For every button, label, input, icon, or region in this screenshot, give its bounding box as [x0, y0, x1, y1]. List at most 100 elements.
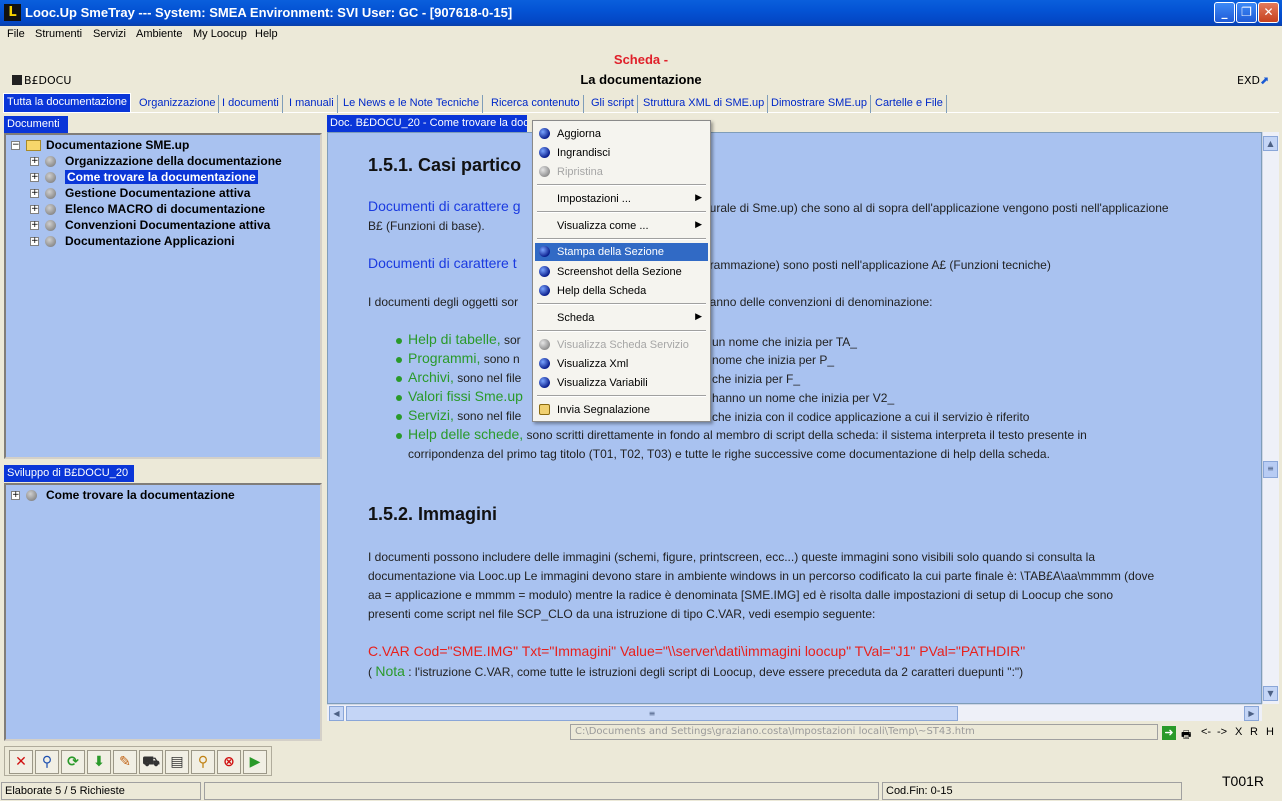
bullet-text: sono nel file	[453, 409, 522, 423]
menu-item-ingrandisci[interactable]: Ingrandisci	[535, 144, 708, 162]
close-red-x-icon[interactable]: ✕	[9, 750, 33, 774]
menu-item-visualizza-xml[interactable]: Visualizza Xml	[535, 355, 708, 373]
tree-node-organizzazione[interactable]: Organizzazione della documentazione	[65, 154, 282, 168]
hscroll-thumb[interactable]: ≡	[346, 706, 958, 721]
bullet-item: Archivi, sono nel file	[408, 369, 521, 387]
submenu-arrow-icon: ▶	[695, 311, 702, 321]
cvar-example: C.VAR Cod="SME.IMG" Txt="Immagini" Value…	[368, 643, 1026, 659]
menu-item-invia-segnalazione[interactable]: Invia Segnalazione	[535, 401, 708, 419]
doc-panel-header[interactable]: Doc. B£DOCU_20 - Come trovare la documen…	[327, 115, 527, 132]
menu-separator	[537, 211, 706, 213]
scroll-down-button[interactable]: ▼	[1263, 686, 1278, 701]
menu-item-ripristina: Ripristina	[535, 163, 708, 181]
tab-organizzazione[interactable]: Organizzazione	[136, 95, 220, 113]
menu-item-label: Visualizza come ...	[557, 220, 649, 232]
edit-icon[interactable]: ✎	[113, 750, 137, 774]
tab-i-documenti[interactable]: I documenti	[219, 95, 283, 113]
close-button[interactable]: ✕	[1258, 2, 1279, 23]
play-icon[interactable]: ▶	[243, 750, 267, 774]
blue-orb-icon	[539, 358, 550, 369]
tree-node-elenco-macro[interactable]: Elenco MACRO di documentazione	[65, 202, 265, 216]
tab-news-note-tecniche[interactable]: Le News e le Note Tecniche	[340, 95, 484, 113]
scroll-thumb[interactable]: ≡	[1263, 461, 1278, 478]
tab-struttura-xml[interactable]: Struttura XML di SME.up	[640, 95, 769, 113]
refresh-icon[interactable]: ⟳	[61, 750, 85, 774]
expand-toggle[interactable]: +	[30, 221, 39, 230]
stop-icon[interactable]: ⊗	[217, 750, 241, 774]
doc-text: grammazione) sono posti nell'applicazion…	[703, 258, 1051, 272]
tab-dimostrare-smeup[interactable]: Dimostrare SME.up	[768, 95, 871, 113]
maximize-button[interactable]: ❐	[1236, 2, 1257, 23]
bullet-item: Help di tabelle, sor	[408, 331, 521, 349]
expand-toggle[interactable]: +	[30, 173, 39, 182]
menu-item-stampa-sezione[interactable]: Stampa della Sezione	[535, 243, 708, 261]
menu-servizi[interactable]: Servizi	[93, 28, 126, 40]
expand-toggle[interactable]: +	[30, 157, 39, 166]
tab-gli-script[interactable]: Gli script	[588, 95, 638, 113]
scroll-up-button[interactable]: ▲	[1263, 136, 1278, 151]
tree-root-documentazione-smeup[interactable]: Documentazione SME.up	[46, 138, 189, 152]
menu-item-scheda[interactable]: Scheda ▶	[535, 309, 708, 327]
bullet-text: sono n	[480, 352, 520, 366]
tab-i-manuali[interactable]: I manuali	[286, 95, 338, 113]
menu-bar: File Strumenti Servizi Ambiente My Loocu…	[0, 26, 1282, 44]
menu-item-visualizza-variabili[interactable]: Visualizza Variabili	[535, 374, 708, 392]
search-icon[interactable]: ⚲	[35, 750, 59, 774]
expand-toggle[interactable]: +	[11, 491, 20, 500]
tab-tutta-la-documentazione[interactable]: Tutta la documentazione	[3, 93, 132, 113]
menu-separator	[537, 238, 706, 240]
tree-node-convenzioni[interactable]: Convenzioni Documentazione attiva	[65, 218, 270, 232]
go-arrow-icon[interactable]: ➜	[1162, 726, 1176, 740]
tab-cartelle-e-file[interactable]: Cartelle e File	[872, 95, 947, 113]
collapse-toggle[interactable]: −	[11, 141, 20, 150]
documenti-panel-header[interactable]: Documenti	[4, 116, 68, 133]
nav-forward[interactable]: ->	[1217, 726, 1227, 738]
sviluppo-tree-panel: + Come trovare la documentazione	[4, 483, 322, 741]
menu-item-label: Ripristina	[557, 166, 603, 178]
nav-close[interactable]: X	[1235, 726, 1242, 738]
scroll-right-button[interactable]: ▶	[1244, 706, 1259, 721]
nav-help[interactable]: H	[1266, 726, 1274, 738]
expand-toggle[interactable]: +	[30, 237, 39, 246]
tree-node-applicazioni[interactable]: Documentazione Applicazioni	[65, 234, 235, 248]
sviluppo-panel-header[interactable]: Sviluppo di B£DOCU_20	[4, 465, 134, 482]
minimize-button[interactable]: _	[1214, 2, 1235, 23]
tree-node-come-trovare-dev[interactable]: Come trovare la documentazione	[46, 488, 235, 502]
tree-node-come-trovare[interactable]: Come trovare la documentazione	[65, 170, 258, 184]
vertical-scrollbar[interactable]: ▲ ≡ ▼	[1262, 132, 1279, 704]
menu-ambiente[interactable]: Ambiente	[136, 28, 182, 40]
expand-toggle[interactable]: +	[30, 205, 39, 214]
menu-file[interactable]: File	[7, 28, 25, 40]
download-icon[interactable]: ⬇	[87, 750, 111, 774]
file-path-field[interactable]: C:\Documents and Settings\graziano.costa…	[570, 724, 1158, 740]
menu-my-loocup[interactable]: My Loocup	[193, 28, 247, 40]
bullet-icon	[396, 433, 402, 439]
bullet-text: nome che inizia per P_	[712, 353, 835, 367]
menu-item-label: Visualizza Xml	[557, 358, 629, 370]
menu-separator	[537, 303, 706, 305]
scroll-left-button[interactable]: ◀	[329, 706, 344, 721]
menu-item-aggiorna[interactable]: Aggiorna	[535, 125, 708, 143]
horizontal-scrollbar[interactable]: ◀ ≡ ▶	[327, 704, 1262, 721]
print-icon[interactable]: 🖶	[1181, 726, 1191, 745]
menu-item-impostazioni[interactable]: Impostazioni ... ▶	[535, 190, 708, 208]
expand-toggle[interactable]: +	[30, 189, 39, 198]
tab-ricerca-contenuto[interactable]: Ricerca contenuto	[488, 95, 584, 113]
menu-item-visualizza-come[interactable]: Visualizza come ... ▶	[535, 217, 708, 235]
doc-text: aa = applicazione e mmmm = modulo) mentr…	[368, 588, 1114, 602]
nav-back[interactable]: <-	[1201, 726, 1211, 738]
menu-item-label: Ingrandisci	[557, 147, 611, 159]
tree-node-gestione[interactable]: Gestione Documentazione attiva	[65, 186, 250, 200]
gray-orb-icon	[539, 339, 550, 350]
doc-text: tturale di Sme.up) che sono al di sopra …	[703, 201, 1169, 215]
menu-strumenti[interactable]: Strumenti	[35, 28, 82, 40]
menu-item-screenshot-sezione[interactable]: Screenshot della Sezione	[535, 263, 708, 281]
menu-item-help-scheda[interactable]: Help della Scheda	[535, 282, 708, 300]
exd-button[interactable]: EXD⬈	[1237, 74, 1269, 87]
cart-icon[interactable]: ⛟	[139, 750, 163, 774]
nav-refresh[interactable]: R	[1250, 726, 1258, 738]
menu-help[interactable]: Help	[255, 28, 278, 40]
magnify-icon[interactable]: ⚲	[191, 750, 215, 774]
menu-separator	[537, 330, 706, 332]
document-icon[interactable]: ▤	[165, 750, 189, 774]
